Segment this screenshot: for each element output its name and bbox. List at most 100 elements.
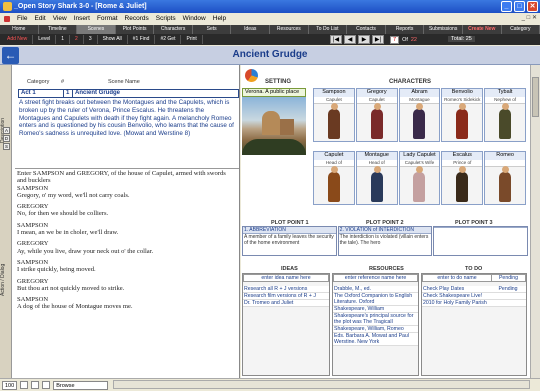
status-toggle-icon[interactable] xyxy=(42,381,51,389)
scene-summary[interactable]: A street fight breaks out between the Mo… xyxy=(19,99,237,138)
todo-entry-field[interactable]: enter to do name xyxy=(423,275,491,281)
idea-item[interactable]: Dr. Tromeo and Juliet xyxy=(243,300,329,307)
close-button[interactable]: ✕ xyxy=(527,1,538,12)
zoom-level[interactable]: 100 xyxy=(2,380,18,390)
tab-resources[interactable]: Resources xyxy=(270,25,309,34)
menu-window[interactable]: Window xyxy=(183,15,206,22)
mdi-controls[interactable]: _ □ ✕ xyxy=(522,14,537,21)
tab-scenes[interactable]: Scenes xyxy=(77,25,116,34)
menu-format[interactable]: Format xyxy=(97,15,118,22)
resource-item[interactable]: The Oxford Companion to English Literatu… xyxy=(333,293,418,306)
menu-file[interactable]: File xyxy=(17,15,27,22)
tab-to-do-list[interactable]: To Do List xyxy=(309,25,348,34)
character-portrait xyxy=(314,103,354,141)
character-figure-icon xyxy=(499,103,512,139)
resource-entry-field[interactable]: enter reference name here xyxy=(333,274,418,282)
resource-item[interactable]: Eds. Barbara A. Mowat and Paul Werstine.… xyxy=(333,333,418,346)
todo-entry-status[interactable]: Pending xyxy=(491,275,525,281)
character-head-icon xyxy=(502,166,510,173)
first-record-icon[interactable]: |◀ xyxy=(330,35,342,44)
tab-create-new-story-file[interactable]: Create New Story File xyxy=(463,25,502,41)
setting-name[interactable]: Verona. A public place xyxy=(242,88,306,97)
todo-item[interactable]: Check Shakespeare Live! xyxy=(422,293,526,300)
get-button[interactable]: #2 Get xyxy=(155,35,182,44)
scene-number-field[interactable]: 1 xyxy=(64,90,73,97)
character-card[interactable]: Montague Head of xyxy=(355,151,398,205)
resources-header: RESOURCES xyxy=(369,266,404,272)
resource-item[interactable]: Shakespeare's principal source for the p… xyxy=(333,313,418,326)
tab-category[interactable]: Category xyxy=(502,25,540,34)
script-line: I strike quickly, being moved. xyxy=(17,266,96,274)
resource-item[interactable]: Shakespeare, William, Romeo xyxy=(333,326,418,333)
zoom-out-icon[interactable] xyxy=(20,381,29,389)
scrollbar-thumb[interactable] xyxy=(532,77,539,117)
menu-scripts[interactable]: Scripts xyxy=(156,15,176,22)
next-record-icon[interactable]: ▶ xyxy=(358,35,370,44)
maximize-button[interactable]: □ xyxy=(514,1,525,12)
character-card[interactable]: Capulet Head of xyxy=(313,151,355,205)
todo-item[interactable]: 2010 for Holy Family Parish xyxy=(422,300,526,307)
idea-item[interactable]: Research all R + J versions xyxy=(243,286,329,293)
window-controls: _ □ ✕ xyxy=(501,1,538,12)
script-text-area[interactable]: Enter SAMPSON and GREGORY, of the house … xyxy=(15,168,239,378)
character-head-icon xyxy=(416,103,424,110)
character-card[interactable]: Tybalt Nephew of xyxy=(484,88,526,142)
category-field[interactable]: Act 1 xyxy=(19,90,64,97)
character-card[interactable]: Romeo xyxy=(484,151,526,205)
side-button-a[interactable]: A xyxy=(3,127,10,134)
vertical-scrollbar[interactable] xyxy=(530,65,540,378)
side-button-d[interactable]: D xyxy=(3,135,10,142)
idea-item[interactable]: Research film versions of R + J xyxy=(243,293,329,300)
tab-reports[interactable]: Reports xyxy=(386,25,425,34)
menu-insert[interactable]: Insert xyxy=(74,15,90,22)
menu-records[interactable]: Records xyxy=(125,15,149,22)
character-figure-icon xyxy=(327,166,340,202)
tab-sets[interactable]: Sets xyxy=(193,25,232,34)
menu-view[interactable]: View xyxy=(53,15,67,22)
character-card[interactable]: Gregory Capulet xyxy=(355,88,398,142)
tab-ideas[interactable]: Ideas xyxy=(231,25,271,34)
script-line: I mean, an we be in choler, we'll draw. xyxy=(17,229,119,237)
app-icon xyxy=(3,2,12,11)
level-3-button[interactable]: 3 xyxy=(84,35,98,44)
resource-item[interactable]: Drabble, M., ed. xyxy=(333,286,418,293)
tab-characters[interactable]: Characters xyxy=(154,25,193,34)
character-card[interactable]: Benvolio Romeo's Sidekick xyxy=(441,88,484,142)
level-1-button[interactable]: 1 xyxy=(56,35,71,44)
side-button-s[interactable]: S xyxy=(3,143,10,150)
tab-submissions[interactable]: Submissions xyxy=(424,25,463,34)
prev-record-icon[interactable]: ◀ xyxy=(344,35,356,44)
last-record-icon[interactable]: ▶| xyxy=(372,35,384,44)
show-all-button[interactable]: Show All xyxy=(98,35,128,44)
character-name: Gregory xyxy=(356,89,397,97)
horizontal-scrollbar[interactable] xyxy=(113,380,530,389)
mode-selector[interactable]: Browse xyxy=(53,380,109,390)
find-button[interactable]: #1 Find xyxy=(128,35,156,44)
character-card[interactable]: Abram Montague xyxy=(398,88,441,142)
record-number[interactable]: 7 xyxy=(390,36,400,44)
plot-point-card[interactable]: 2. VIOLATION of INTERDICTION The interdic… xyxy=(337,226,433,256)
level-2-button[interactable]: 2 xyxy=(70,35,84,44)
todo-item[interactable]: Check Play Dates Pending xyxy=(422,286,526,293)
scene-name-field[interactable]: Ancient Grudge xyxy=(73,90,238,97)
add-new-button[interactable]: Add New xyxy=(2,35,34,44)
menu-edit[interactable]: Edit xyxy=(34,15,45,22)
character-card[interactable]: Escalus Prince of xyxy=(441,151,484,205)
minimize-button[interactable]: _ xyxy=(501,1,512,12)
print-button[interactable]: Print xyxy=(181,35,203,44)
menu-bar: File Edit View Insert Format Records Scr… xyxy=(0,13,540,24)
tab-timeline[interactable]: Timeline xyxy=(39,25,78,34)
character-card[interactable]: Sampson Capulet xyxy=(313,88,355,142)
todo-name: Check Shakespeare Live! xyxy=(423,293,483,299)
tab-home[interactable]: Home xyxy=(0,25,39,34)
plot-point-card[interactable] xyxy=(433,226,529,256)
idea-entry-field[interactable]: enter idea name here xyxy=(243,274,329,282)
plot-point-card[interactable]: 1. ABBREVIATION A member of a family leav… xyxy=(242,226,337,256)
character-card[interactable]: Lady Capulet Capulet's Wife xyxy=(398,151,441,205)
character-figure-icon xyxy=(370,103,383,139)
tab-plot-points[interactable]: Plot Points xyxy=(116,25,155,34)
resource-item[interactable]: Shakespeare, William xyxy=(333,306,418,313)
tab-contacts[interactable]: Contacts xyxy=(347,25,386,34)
zoom-in-icon[interactable] xyxy=(31,381,40,389)
menu-help[interactable]: Help xyxy=(213,15,226,22)
